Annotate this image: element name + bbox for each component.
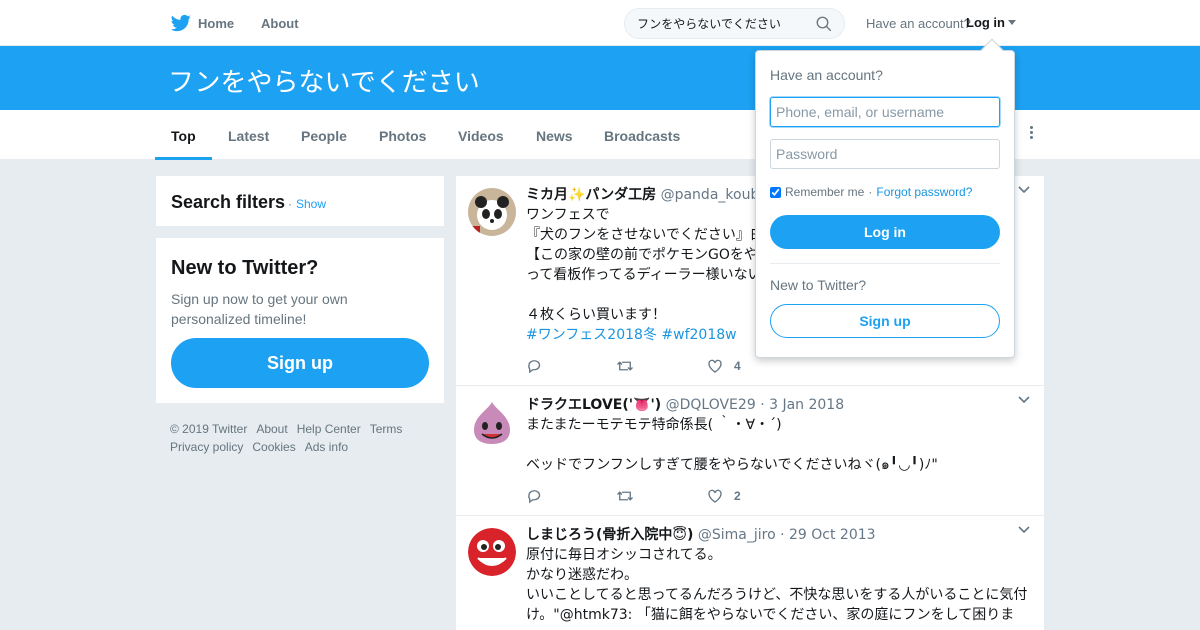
new-to-twitter-card: New to Twitter? Sign up now to get your … [156,238,444,403]
new-to-twitter-text: Sign up now to get your own personalized… [171,291,348,327]
login-dropdown: Have an account? Remember me · Forgot pa… [755,38,1015,358]
filters-show-link[interactable]: Show [296,197,326,211]
top-nav: Home About Have an account? Log in [0,0,1200,46]
like-action[interactable]: 2 [706,487,741,505]
tweet[interactable]: ドラクエLOVE('👅') @DQLOVE29 · 3 Jan 2018 またま… [456,386,1044,516]
tweet-line: いいことしてると思ってるんだろうけど、不快な思いをする人がいることに気付 [526,587,1028,603]
tab-latest[interactable]: Latest [228,128,269,144]
chevron-down-icon[interactable] [1018,184,1030,196]
home-label: Home [198,15,235,31]
remember-me-checkbox[interactable] [770,186,781,198]
search-icon[interactable] [815,15,833,33]
new-to-twitter-title: New to Twitter? [171,257,319,279]
tab-news[interactable]: News [536,128,573,144]
tweet-actions: 4 [526,357,803,375]
reply-action[interactable] [526,357,554,375]
like-count: 2 [734,489,741,503]
reply-icon [528,490,541,504]
tab-top[interactable]: Top [171,128,196,144]
author-name[interactable]: しまじろう(骨折入院中😇) [526,527,693,543]
new-to-twitter-label: New to Twitter? [770,277,867,293]
login-dropdown-title: Have an account? [770,67,883,83]
footer-help-center[interactable]: Help Center [297,420,361,438]
tweet-content: しまじろう(骨折入院中😇) @Sima_jiro · 29 Oct 2013 原… [526,525,1032,625]
author-handle[interactable]: @panda_koubo [661,187,768,203]
search-header: フンをやらないでください [0,46,1200,110]
retweet-action[interactable] [616,357,644,375]
avatar[interactable] [468,528,516,576]
more-options-icon[interactable] [1029,126,1035,142]
footer-ads-info[interactable]: Ads info [305,438,348,456]
dropdown-signup-button[interactable]: Sign up [770,304,1000,338]
have-account-label: Have an account? [866,16,971,31]
divider [770,263,1000,264]
tweet-date[interactable]: 29 Oct 2013 [789,527,876,543]
home-link[interactable]: Home [170,13,234,33]
tweet-line: 原付に毎日オシッコされてる。 [526,547,722,563]
author-handle[interactable]: @Sima_jiro [698,527,776,543]
remember-me: Remember me · Forgot password? [770,185,972,199]
footer-cookies[interactable]: Cookies [252,438,295,456]
tab-people[interactable]: People [301,128,347,144]
tweet-header: ドラクエLOVE('👅') @DQLOVE29 · 3 Jan 2018 [526,397,845,413]
search-input[interactable] [625,9,805,38]
tweet-line: またまたーモテモテ特命係長( ｀・∀・´) [526,417,782,433]
active-tab-indicator [155,157,212,160]
tweet-header: しまじろう(骨折入院中😇) @Sima_jiro · 29 Oct 2013 [526,527,876,543]
remember-separator: · [868,185,873,199]
tweet-content: ドラクエLOVE('👅') @DQLOVE29 · 3 Jan 2018 またま… [526,395,1032,475]
heart-icon [708,359,722,373]
filters-separator: · [288,197,292,211]
chevron-down-icon [1008,20,1016,25]
search-filters-title: Search filters [171,192,286,212]
tweet-line: かなり迷惑だわ。 [526,567,638,583]
tweet[interactable]: しまじろう(骨折入院中😇) @Sima_jiro · 29 Oct 2013 原… [456,516,1044,630]
signup-button[interactable]: Sign up [171,338,429,388]
footer-links: © 2019 Twitter About Help Center Terms Priv… [170,420,440,456]
author-handle[interactable]: @DQLOVE29 [666,397,756,413]
tab-photos[interactable]: Photos [379,128,426,144]
search-box [624,8,845,39]
retweet-action[interactable] [616,487,644,505]
about-link[interactable]: About [261,16,299,31]
tab-broadcasts[interactable]: Broadcasts [604,128,680,144]
retweet-icon [617,491,633,501]
reply-icon [528,360,541,374]
username-field[interactable] [770,97,1000,127]
footer-privacy[interactable]: Privacy policy [170,438,243,456]
reply-action[interactable] [526,487,554,505]
tweet-line: け。"@htmk73: 「猫に餌をやらないでください、家の庭にフンをして困りま [526,607,1015,623]
tab-videos[interactable]: Videos [458,128,504,144]
forgot-password-link[interactable]: Forgot password? [876,185,972,199]
heart-icon [708,489,722,503]
login-button[interactable]: Log in [770,215,1000,249]
login-menu-toggle[interactable]: Log in [966,15,1016,30]
twitter-bird-icon [170,14,191,32]
footer-terms[interactable]: Terms [370,420,403,438]
remember-me-label: Remember me [785,185,865,199]
avatar[interactable] [468,188,516,236]
login-label: Log in [966,15,1005,30]
like-count: 4 [734,359,741,373]
author-name[interactable]: ミカ月✨パンダ工房 [526,187,656,203]
tweet-date[interactable]: 3 Jan 2018 [769,397,844,413]
tweet-line [526,435,1032,455]
tweet-actions: 2 [526,487,803,505]
search-tabs: Top Latest People Photos Videos News Bro… [0,110,1200,160]
like-action[interactable]: 4 [706,357,741,375]
page-title: フンをやらないでください [168,68,480,98]
author-name[interactable]: ドラクエLOVE('👅') [526,397,661,413]
retweet-icon [617,361,633,371]
footer-copyright: © 2019 Twitter [170,422,248,436]
chevron-down-icon[interactable] [1018,524,1030,536]
footer-about[interactable]: About [256,420,287,438]
search-filters-card: Search filters · Show [156,176,444,226]
avatar[interactable] [468,398,516,446]
password-field[interactable] [770,139,1000,169]
tweet-line: ベッドでフンフンしすぎて腰をやらないでくださいねヾ(๑╹◡╹)ﾉ" [526,457,938,473]
chevron-down-icon[interactable] [1018,394,1030,406]
